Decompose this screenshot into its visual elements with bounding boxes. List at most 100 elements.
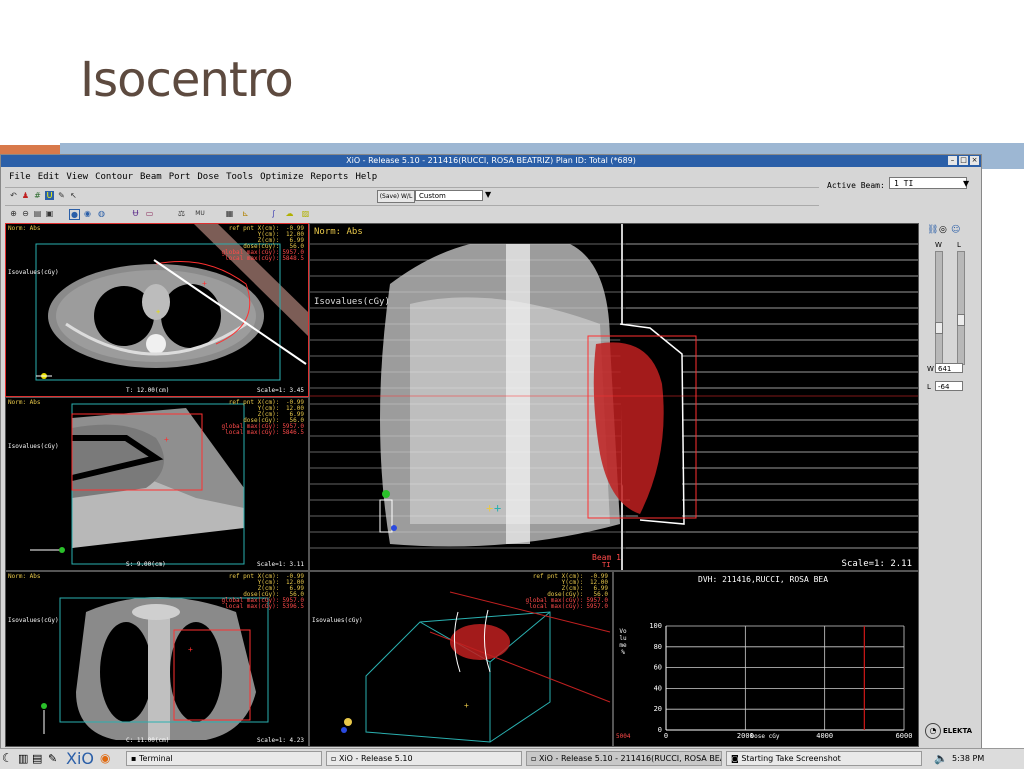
link-icon[interactable]: ⛓ — [927, 225, 938, 235]
task-xio-release[interactable]: ▫ XiO - Release 5.10 — [326, 751, 522, 766]
svg-text:+: + — [188, 645, 193, 654]
print-icon[interactable]: ▤ — [33, 209, 42, 218]
beam-sub-label: TI — [602, 561, 611, 569]
elekta-logo-text: ELEKTA — [943, 727, 973, 735]
zoom-in-icon[interactable]: ⊕ — [9, 209, 18, 218]
firefox-icon[interactable]: ◉ — [100, 751, 110, 765]
3d-view-panel[interactable]: + Isovalues(cGy) ref pnt X(cm): Y(cm): Z… — [309, 571, 613, 747]
maximize-button[interactable]: □ — [959, 156, 968, 165]
person-icon[interactable]: ☺ — [951, 225, 960, 235]
toolbar-primary: ↶ ♟ # U ✎ ↖ (Save) W/L Custom ▼ — [5, 187, 819, 204]
wl-preset-select[interactable]: Custom — [415, 190, 483, 201]
svg-text:+: + — [494, 501, 501, 515]
beam-icon[interactable]: Ʉ — [131, 209, 140, 218]
film-icon[interactable]: ▨ — [301, 209, 310, 218]
contour-icon[interactable]: U — [45, 191, 54, 200]
window-slider-handle[interactable] — [935, 322, 943, 334]
window-level-controls: ⛓ ◎ ☺ W L W 641 L -64 ◔ ELEKTA — [919, 221, 979, 747]
dvh-panel[interactable]: DVH: 211416,RUCCI, ROSA BEA Volume % 0 20… — [613, 571, 919, 747]
patient-icon[interactable]: ♟ — [21, 191, 30, 200]
window-title: XiO - Release 5.10 - 211416(RUCCI, ROSA … — [346, 156, 636, 165]
isovalues-label: Isovalues(cGy) — [8, 269, 59, 276]
minimize-button[interactable]: – — [948, 156, 957, 165]
dvh-y-tick-label: 40 — [654, 684, 662, 692]
menu-start-icon[interactable]: ☾ — [2, 751, 13, 765]
scale-label: Scale=1: 4.23 — [257, 737, 304, 744]
task-label: Starting Take Screenshot — [741, 754, 841, 763]
window-value-input[interactable]: 641 — [935, 363, 963, 373]
xio-launcher[interactable]: XiO — [66, 749, 94, 768]
coronal-view-panel[interactable]: + Norm: Abs Isovalues(cGy) ref pnt X(cm)… — [5, 571, 309, 747]
norm-label: Norm: Abs — [8, 573, 41, 580]
sphere-icon[interactable]: ◍ — [97, 209, 106, 218]
menu-contour[interactable]: Contour — [95, 169, 133, 185]
dvh-corner-label: 5004 — [616, 733, 631, 740]
slice-position-label: T: 12.00(cm) — [126, 387, 170, 394]
scale-icon[interactable]: ⚖ — [177, 209, 186, 218]
calculator-icon[interactable]: ▦ — [225, 209, 234, 218]
info-value: 5848.5 — [282, 255, 304, 262]
menu-dose[interactable]: Dose — [197, 169, 219, 185]
task-label: XiO - Release 5.10 — [338, 754, 413, 763]
view-mode-icon[interactable]: ● — [69, 209, 80, 220]
files-icon[interactable]: ▤ — [32, 752, 42, 765]
volume-icon[interactable]: 🔈 — [934, 752, 948, 765]
svg-text:+: + — [464, 701, 469, 710]
save-wl-button[interactable]: (Save) W/L — [377, 190, 415, 203]
info-label: local max(cGy): — [225, 429, 280, 436]
task-terminal[interactable]: ▪ Terminal — [126, 751, 322, 766]
level-slider[interactable] — [957, 251, 965, 365]
dvh-xlabel: Dose cGy — [751, 733, 780, 740]
close-button[interactable]: × — [970, 156, 979, 165]
axial-view-panel[interactable]: + + Norm: Abs Isovalues(cGy) ref pnt X(c… — [5, 223, 309, 397]
window-slider[interactable] — [935, 251, 943, 365]
sagittal-view-panel[interactable]: + Norm: Abs Isovalues(cGy) ref pnt X(cm)… — [5, 397, 309, 571]
menu-edit[interactable]: Edit — [38, 169, 60, 185]
menu-view[interactable]: View — [66, 169, 88, 185]
active-beam-label: Active Beam: — [827, 181, 885, 190]
isovalues-label: Isovalues(cGy) — [314, 297, 390, 307]
undo-icon[interactable]: ↶ — [9, 191, 18, 200]
info-value: 5396.5 — [282, 603, 304, 610]
level-slider-handle[interactable] — [957, 314, 965, 326]
chart-icon[interactable]: ⊾ — [241, 209, 250, 218]
chevron-down-icon[interactable]: ▼ — [485, 190, 491, 199]
orientation-icon — [341, 718, 352, 733]
info-label: local max(cGy): — [225, 603, 280, 610]
menu-help[interactable]: Help — [355, 169, 377, 185]
menu-port[interactable]: Port — [169, 169, 191, 185]
grid-icon[interactable]: # — [33, 191, 42, 200]
bus-icon[interactable]: ▭ — [145, 209, 154, 218]
level-value-input[interactable]: -64 — [935, 381, 963, 391]
beams-eye-view-panel[interactable]: + + Norm: Abs Isovalues(cGy) Beam 1 TI S… — [309, 223, 919, 571]
level-value-label: L — [927, 383, 931, 391]
globe-icon[interactable]: ◉ — [83, 209, 92, 218]
level-label: L — [957, 241, 961, 249]
norm-label: Norm: Abs — [8, 399, 41, 406]
dvh-y-tick-label: 60 — [654, 664, 662, 672]
task-screenshot[interactable]: ◙ Starting Take Screenshot — [726, 751, 922, 766]
zoom-out-icon[interactable]: ⊖ — [21, 209, 30, 218]
task-label: Terminal — [138, 754, 173, 763]
cloud-icon[interactable]: ☁ — [285, 209, 294, 218]
dvh-icon[interactable]: ∫ — [269, 209, 278, 218]
task-xio-plan[interactable]: ▫ XiO - Release 5.10 - 211416(RUCCI, ROS… — [526, 751, 722, 766]
menu-reports[interactable]: Reports — [311, 169, 349, 185]
desktop-icon[interactable]: ▥ — [18, 752, 28, 765]
glasses-icon[interactable]: ◎ — [939, 225, 947, 235]
mu-button[interactable]: MU — [193, 209, 207, 218]
dvh-x-tick-label: 0 — [664, 732, 668, 740]
svg-text:+: + — [164, 435, 169, 444]
save-icon[interactable]: ▣ — [45, 209, 54, 218]
menu-optimize[interactable]: Optimize — [260, 169, 303, 185]
pointer-icon[interactable]: ↖ — [69, 191, 78, 200]
orientation-icon — [41, 703, 47, 734]
wrench-icon[interactable]: ✎ — [57, 191, 66, 200]
editor-icon[interactable]: ✎ — [48, 752, 57, 765]
menu-tools[interactable]: Tools — [226, 169, 253, 185]
active-beam-select[interactable]: 1 TI — [889, 177, 967, 189]
menu-beam[interactable]: Beam — [140, 169, 162, 185]
menu-file[interactable]: File — [9, 169, 31, 185]
chevron-down-icon[interactable]: ▼ — [963, 179, 969, 188]
svg-text:+: + — [486, 501, 493, 515]
